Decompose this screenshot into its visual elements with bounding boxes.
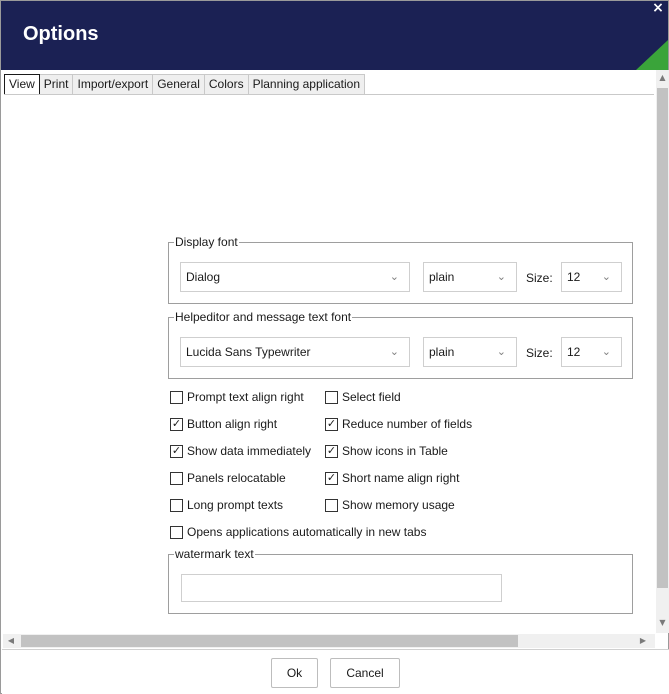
vertical-scroll-thumb[interactable]: [657, 88, 668, 588]
checkmark-icon[interactable]: ✓: [170, 417, 183, 431]
chevron-down-icon: ⌄: [389, 346, 399, 358]
checkbox-label: Panels relocatable: [187, 471, 286, 485]
help-font-size-select[interactable]: 12 ⌄: [561, 337, 622, 367]
help-font-group: Helpeditor and message text font Lucida …: [168, 310, 633, 379]
chevron-down-icon: ⌄: [496, 271, 506, 283]
cancel-button[interactable]: Cancel: [330, 658, 400, 688]
panels-relocatable-checkbox[interactable]: Panels relocatable: [170, 471, 286, 485]
checkbox-box[interactable]: [170, 525, 183, 539]
display-font-size-label: Size:: [526, 271, 553, 285]
close-icon[interactable]: ×: [651, 1, 665, 15]
checkbox-label: Short name align right: [342, 471, 460, 485]
scroll-down-icon[interactable]: ▼: [656, 616, 669, 630]
tab-bar: View Print Import/export General Colors …: [4, 74, 365, 95]
help-font-style-value: plain: [429, 345, 455, 359]
button-align-right-checkbox[interactable]: ✓ Button align right: [170, 417, 277, 431]
checkmark-icon[interactable]: ✓: [325, 417, 338, 431]
checkbox-label: Reduce number of fields: [342, 417, 473, 431]
checkbox-label: Prompt text align right: [187, 390, 304, 404]
display-font-family-select[interactable]: Dialog ⌄: [180, 262, 410, 292]
tab-general[interactable]: General: [153, 74, 205, 95]
display-font-size-select[interactable]: 12 ⌄: [561, 262, 622, 292]
checkbox-label: Opens applications automatically in new …: [187, 525, 427, 539]
help-font-legend: Helpeditor and message text font: [174, 310, 353, 324]
checkbox-label: Select field: [342, 390, 401, 404]
checkbox-box[interactable]: [325, 390, 338, 404]
chevron-down-icon: ⌄: [601, 271, 611, 283]
prompt-text-align-right-checkbox[interactable]: Prompt text align right: [170, 390, 304, 404]
tab-import-export[interactable]: Import/export: [73, 74, 154, 95]
watermark-group: watermark text: [168, 547, 633, 614]
options-dialog: Options × View Print Import/export Gener…: [0, 0, 669, 694]
display-font-size-value: 12: [567, 270, 581, 284]
checkbox-label: Show memory usage: [342, 498, 455, 512]
display-font-style-select[interactable]: plain ⌄: [423, 262, 517, 292]
show-memory-usage-checkbox[interactable]: Show memory usage: [325, 498, 455, 512]
checkbox-box[interactable]: [170, 498, 183, 512]
chevron-down-icon: ⌄: [389, 271, 399, 283]
tab-colors[interactable]: Colors: [204, 74, 249, 95]
chevron-down-icon: ⌄: [601, 346, 611, 358]
checkbox-box[interactable]: [325, 498, 338, 512]
display-font-group: Display font Dialog ⌄ plain ⌄ Size: 12 ⌄: [168, 235, 633, 304]
horizontal-scroll-thumb[interactable]: [21, 635, 518, 647]
checkbox-box[interactable]: [170, 471, 183, 485]
vertical-scrollbar[interactable]: ▲ ▼: [656, 70, 669, 633]
scroll-up-icon[interactable]: ▲: [656, 71, 669, 85]
watermark-legend: watermark text: [174, 547, 255, 561]
help-font-family-value: Lucida Sans Typewriter: [186, 345, 311, 359]
help-font-size-label: Size:: [526, 346, 553, 360]
tab-view[interactable]: View: [4, 74, 40, 95]
tab-divider: [4, 94, 654, 95]
checkmark-icon[interactable]: ✓: [325, 444, 338, 458]
ok-button[interactable]: Ok: [271, 658, 318, 688]
scroll-right-icon[interactable]: ▶: [636, 634, 650, 648]
help-font-size-value: 12: [567, 345, 581, 359]
dialog-title: Options: [23, 23, 99, 45]
checkbox-label: Button align right: [187, 417, 278, 431]
show-data-immediately-checkbox[interactable]: ✓ Show data immediately: [170, 444, 311, 458]
dialog-footer: Ok Cancel: [2, 649, 669, 694]
tab-print[interactable]: Print: [39, 74, 74, 95]
select-field-checkbox[interactable]: Select field: [325, 390, 401, 404]
checkbox-box[interactable]: [170, 390, 183, 404]
chevron-down-icon: ⌄: [496, 346, 506, 358]
checkbox-label: Show data immediately: [187, 444, 312, 458]
horizontal-scrollbar[interactable]: ◀ ▶: [3, 634, 655, 648]
show-icons-in-table-checkbox[interactable]: ✓ Show icons in Table: [325, 444, 448, 458]
checkmark-icon[interactable]: ✓: [325, 471, 338, 485]
display-font-family-value: Dialog: [186, 270, 221, 284]
checkbox-label: Long prompt texts: [187, 498, 284, 512]
short-name-align-right-checkbox[interactable]: ✓ Short name align right: [325, 471, 459, 485]
long-prompt-texts-checkbox[interactable]: Long prompt texts: [170, 498, 283, 512]
reduce-number-of-fields-checkbox[interactable]: ✓ Reduce number of fields: [325, 417, 472, 431]
help-font-family-select[interactable]: Lucida Sans Typewriter ⌄: [180, 337, 410, 367]
checkmark-icon[interactable]: ✓: [170, 444, 183, 458]
scroll-left-icon[interactable]: ◀: [4, 634, 18, 648]
display-font-legend: Display font: [174, 235, 239, 249]
title-bar: Options ×: [1, 1, 668, 70]
opens-apps-new-tabs-checkbox[interactable]: Opens applications automatically in new …: [170, 525, 426, 539]
display-font-style-value: plain: [429, 270, 455, 284]
corner-accent: [636, 40, 668, 70]
watermark-text-input[interactable]: [181, 574, 502, 602]
checkbox-label: Show icons in Table: [342, 444, 448, 458]
help-font-style-select[interactable]: plain ⌄: [423, 337, 517, 367]
tab-planning-application[interactable]: Planning application: [248, 74, 365, 95]
